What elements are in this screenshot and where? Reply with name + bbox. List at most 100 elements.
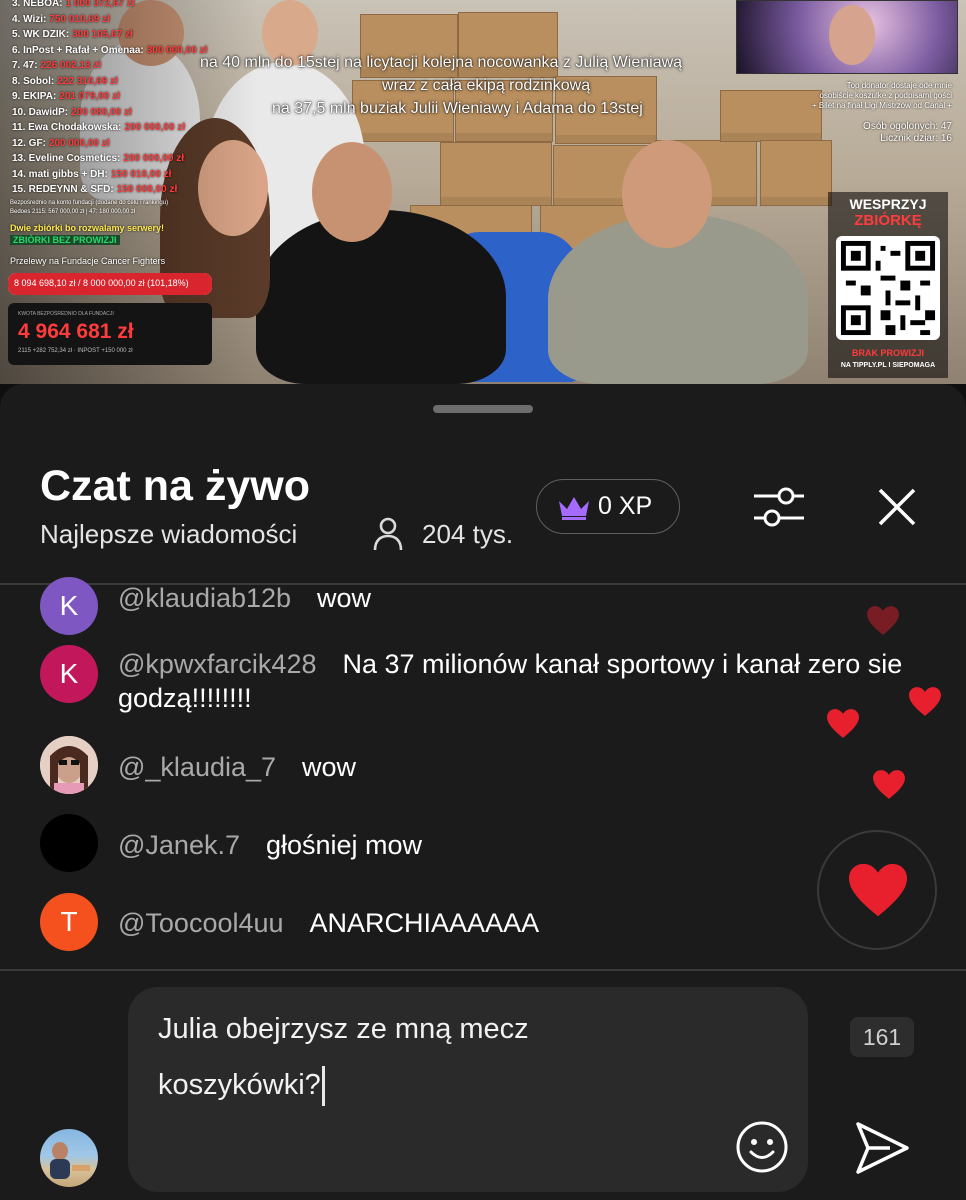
message-text: wow xyxy=(317,583,372,613)
fund-sub: 2115 +282 752,34 zł · INPOST +150 000 zł xyxy=(18,348,133,354)
direct-note: Bezpośrednio na konto fundacji (dodane d… xyxy=(10,200,169,206)
floating-heart-icon xyxy=(909,687,941,716)
leaderboard-row: 11. Ewa Chodakowska: 200 000,00 zł xyxy=(12,122,185,133)
support-title: WESPRZYJ xyxy=(849,196,927,212)
leaderboard-row: 5. WK DZIK: 300 105,67 zł xyxy=(12,29,133,40)
leaderboard-row: 4. Wizi: 750 010,69 zł xyxy=(12,14,110,25)
support-title-2: ZBIÓRKĘ xyxy=(854,212,922,229)
message-text: wow xyxy=(302,752,357,782)
chat-input[interactable]: Julia obejrzysz ze mną mecz koszykówki? xyxy=(128,987,808,1192)
leaderboard-amount: 200 000,00 zł xyxy=(48,137,110,149)
person-shape xyxy=(256,210,506,384)
info-line: osobiście koszulke z podpisami gości xyxy=(819,91,952,100)
avatar: K xyxy=(40,577,98,635)
webcam-face xyxy=(829,5,875,65)
person-head xyxy=(622,140,712,248)
promo-transfer: Przelewy na Fundacje Cancer Fighters xyxy=(10,256,166,266)
chat-title: Czat na żywo xyxy=(40,462,310,510)
leaderboard-row: 14. mati gibbs + DH: 150 010,00 zł xyxy=(12,169,171,180)
input-divider xyxy=(0,969,966,971)
avatar: K xyxy=(40,645,98,703)
message-author: @klaudiab12b xyxy=(118,583,292,613)
leaderboard-donor: 5. WK DZIK: xyxy=(12,29,70,40)
leaderboard-donor: 9. EKIPA: xyxy=(12,91,57,102)
shaved-counter: Osób ogolonych: 47 xyxy=(863,121,952,132)
streamer-webcam xyxy=(736,0,958,74)
fundraiser-progress-bar: 8 094 698,10 zł / 8 000 000,00 zł (101,1… xyxy=(8,273,212,295)
message-text: głośniej mow xyxy=(265,830,423,860)
direct-note-amounts: Bedoes 2115: 567 000,00 zł | 47: 180 000… xyxy=(10,209,136,215)
message-author: @kpwxfarcik428 xyxy=(118,649,317,679)
leaderboard-donor: 6. InPost + Rafał + Omenaa: xyxy=(12,44,144,56)
leaderboard-row: 3. NEBOA: 1 000 372,67 zł xyxy=(12,0,135,9)
progress-text: 8 094 698,10 zł / 8 000 000,00 zł (101,1… xyxy=(14,278,189,288)
chat-input-value: Julia obejrzysz ze mną mecz koszykówki? xyxy=(158,1013,529,1101)
crown-icon xyxy=(559,497,589,520)
message-author: @Janek.7 xyxy=(118,830,240,860)
text-caret xyxy=(321,1066,325,1107)
message-author: @Toocool4uu xyxy=(118,908,284,938)
info-line: + Bilet na finał Ligi Mistrzów od Canal … xyxy=(811,101,952,110)
promo-text: Dwie zbiórki bo rozwalamy serwery! xyxy=(10,223,165,233)
floating-heart-icon xyxy=(867,606,899,635)
leaderboard-donor: 12. GF: xyxy=(12,137,46,149)
leaderboard-row: 6. InPost + Rafał + Omenaa: 300 000,00 zł xyxy=(12,45,207,56)
leaderboard-donor: 4. Wizi: xyxy=(12,13,47,25)
leaderboard-donor: 11. Ewa Chodakowska: xyxy=(12,122,122,133)
floating-heart-icon xyxy=(873,770,905,799)
char-counter: 161 xyxy=(850,1017,914,1057)
viewer-count: 204 tys. xyxy=(422,519,514,549)
avatar xyxy=(40,814,98,872)
leaderboard-amount: 300 105,67 zł xyxy=(72,29,133,40)
close-icon[interactable] xyxy=(872,482,922,532)
drag-handle[interactable] xyxy=(433,405,533,413)
leaderboard-amount: 150 010,00 zł xyxy=(110,168,172,180)
send-heart-button[interactable] xyxy=(817,830,937,950)
qr-code xyxy=(836,236,940,340)
leaderboard-amount: 201 079,00 zł xyxy=(59,91,120,102)
fund-card: KWOTA BEZPOŚREDNIO DLA FUNDACJI 4 964 68… xyxy=(8,303,212,365)
leaderboard-row: 8. Sobol: 222 318,69 zł xyxy=(12,76,118,87)
livestream-video[interactable]: 3. NEBOA: 1 000 372,67 zł 4. Wizi: 750 010,… xyxy=(0,0,966,384)
emoji-icon[interactable] xyxy=(734,1119,790,1175)
leaderboard-row: 9. EKIPA: 201 079,00 zł xyxy=(12,91,120,102)
avatar xyxy=(40,736,98,794)
cardboard-box xyxy=(720,90,822,142)
filter-settings-icon[interactable] xyxy=(752,482,806,532)
leaderboard-row: 7. 47: 226 002,13 zł xyxy=(12,60,101,71)
heart-icon xyxy=(848,863,908,917)
chat-mode-selector[interactable]: Najlepsze wiadomości xyxy=(40,519,297,550)
xp-value: 0 XP xyxy=(598,492,653,520)
info-line: Top donator dostaje ode mnie xyxy=(846,81,952,90)
fund-label: KWOTA BEZPOŚREDNIO DLA FUNDACJI xyxy=(18,311,114,317)
cardboard-box xyxy=(440,142,552,206)
avatar: T xyxy=(40,893,98,951)
leaderboard-amount: 300 000,00 zł xyxy=(146,44,208,56)
headline-2: wraz z cała ekipą rodzinkową xyxy=(382,77,591,94)
leaderboard-row: 15. REDEYNN & SFD: 150 000,00 zł xyxy=(12,184,177,195)
leaderboard-row: 10. DawidP: 200 080,00 zł xyxy=(12,107,132,118)
leaderboard-amount: 200 080,00 zł xyxy=(71,106,132,118)
leaderboard-donor: 13. Eveline Cosmetics: xyxy=(12,153,121,164)
user-avatar[interactable] xyxy=(40,1129,98,1187)
leaderboard-amount: 226 002,13 zł xyxy=(40,60,102,71)
leaderboard-amount: 200 000,00 zł xyxy=(124,122,186,133)
leaderboard-donor: 14. mati gibbs + DH: xyxy=(12,168,108,180)
leaderboard-donor: 3. NEBOA: xyxy=(12,0,63,9)
leaderboard-row: 13. Eveline Cosmetics: 200 000,00 zł xyxy=(12,153,184,164)
xp-button[interactable]: 0 XP xyxy=(536,479,680,534)
support-qr-panel[interactable]: WESPRZYJ ZBIÓRKĘ BRAK PROWIZJI NA TIPPLY… xyxy=(828,192,948,378)
headline-3: na 37,5 mln buziak Julii Wieniawy i Adam… xyxy=(272,100,643,117)
support-no-fee: BRAK PROWIZJI xyxy=(852,348,924,358)
leaderboard-amount: 150 000,00 zł xyxy=(116,184,178,195)
send-icon[interactable] xyxy=(852,1118,912,1178)
leaderboard-amount: 750 010,69 zł xyxy=(49,13,110,25)
leaderboard-donor: 10. DawidP: xyxy=(12,106,69,118)
leaderboard-amount: 200 000,00 zł xyxy=(123,153,184,164)
tattoo-counter: Licznik dziar: 16 xyxy=(880,133,952,144)
floating-heart-icon xyxy=(827,709,859,738)
fund-value: 4 964 681 zł xyxy=(18,320,134,343)
leaderboard-donor: 8. Sobol: xyxy=(12,75,55,87)
message-text: ANARCHIAAAAAA xyxy=(309,908,540,938)
message-author: @_klaudia_7 xyxy=(118,752,277,782)
